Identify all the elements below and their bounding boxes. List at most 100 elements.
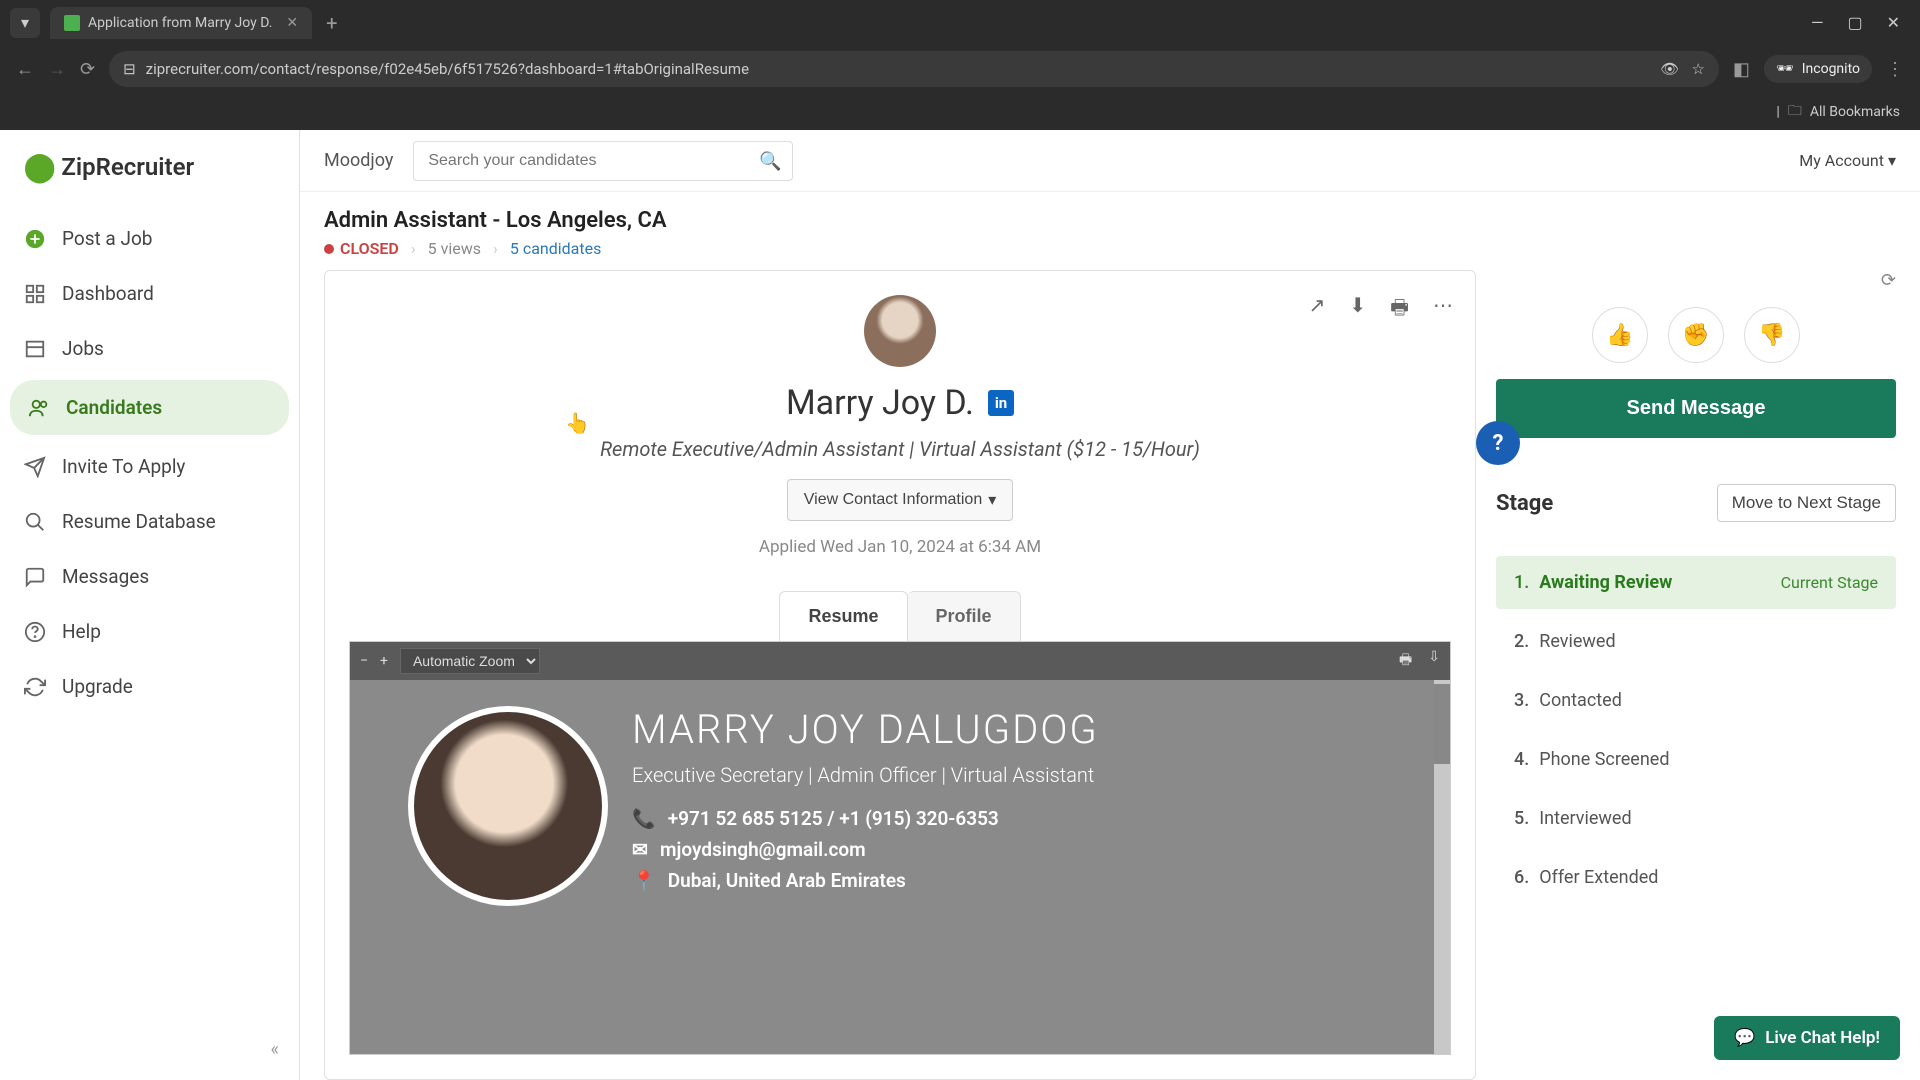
sidebar: ⬤ ZipRecruiter Post a Job Dashboard Jobs…	[0, 130, 300, 1080]
address-bar: ← → ⟳ ⊟ ziprecruiter.com/contact/respons…	[0, 45, 1920, 93]
zoom-out-button[interactable]: −	[360, 653, 368, 669]
help-bubble[interactable]: ?	[1476, 421, 1520, 465]
collapse-sidebar-button[interactable]: «	[271, 1039, 279, 1060]
stage-header: Stage Move to Next Stage	[1496, 484, 1896, 522]
eye-off-icon[interactable]: 👁	[1660, 60, 1679, 78]
sidebar-item-invite[interactable]: Invite To Apply	[0, 439, 299, 494]
grid-icon	[24, 283, 46, 305]
close-window-icon[interactable]: ✕	[1887, 13, 1900, 32]
candidate-headline: Remote Executive/Admin Assistant | Virtu…	[349, 437, 1451, 461]
sidebar-item-messages[interactable]: Messages	[0, 549, 299, 604]
tab-title: Application from Marry Joy D.	[88, 15, 272, 31]
org-name[interactable]: Moodjoy	[324, 150, 393, 171]
pdf-print-icon[interactable]: 🖶	[1399, 649, 1412, 673]
search-icon[interactable]: 🔍	[759, 151, 781, 172]
logo[interactable]: ⬤ ZipRecruiter	[0, 150, 299, 211]
resume-info: MARRY JOY DALUGDOG Executive Secretary |…	[632, 706, 1099, 900]
candidates-link[interactable]: 5 candidates	[510, 239, 602, 258]
account-menu[interactable]: My Account ▾	[1799, 151, 1896, 170]
pdf-toolbar: − + Automatic Zoom 🖶 ⇩	[350, 642, 1450, 680]
stage-item-offer-extended[interactable]: 6. Offer Extended	[1496, 851, 1896, 904]
status-dot-icon	[324, 244, 334, 254]
list-icon	[24, 338, 46, 360]
incognito-badge[interactable]: 🕶 Incognito	[1764, 55, 1872, 83]
refresh-icon[interactable]: ⟳	[1881, 270, 1896, 291]
sidebar-item-help[interactable]: Help	[0, 604, 299, 659]
pdf-download-icon[interactable]: ⇩	[1428, 649, 1440, 673]
resume-header: MARRY JOY DALUGDOG Executive Secretary |…	[398, 696, 1402, 916]
move-stage-button[interactable]: Move to Next Stage	[1717, 484, 1896, 522]
send-message-button[interactable]: Send Message	[1496, 379, 1896, 438]
rate-row: 👍 ✊ 👎	[1496, 307, 1896, 363]
star-icon[interactable]: ☆	[1691, 60, 1704, 78]
tab-search-button[interactable]: ▾	[10, 8, 40, 38]
window-controls: ― ▢ ✕	[1811, 13, 1910, 32]
forward-button[interactable]: →	[48, 59, 66, 80]
search-icon	[24, 511, 46, 533]
candidate-name: Marry Joy D. in	[786, 383, 1014, 423]
sidebar-item-resume-db[interactable]: Resume Database	[0, 494, 299, 549]
view-contact-button[interactable]: View Contact Information ▾	[787, 479, 1014, 521]
candidate-tabs: Resume Profile	[325, 591, 1475, 641]
back-button[interactable]: ←	[16, 59, 34, 80]
sidebar-item-post-job[interactable]: Post a Job	[0, 211, 299, 266]
sidebar-item-jobs[interactable]: Jobs	[0, 321, 299, 376]
pdf-content[interactable]: MARRY JOY DALUGDOG Executive Secretary |…	[350, 680, 1450, 1054]
users-icon	[28, 397, 50, 419]
chevron-right-icon: ›	[411, 239, 416, 258]
job-title: Admin Assistant - Los Angeles, CA	[324, 208, 1896, 233]
search-input[interactable]	[413, 141, 793, 181]
side-panel-icon[interactable]: ◧	[1733, 59, 1750, 80]
content-row: ↗ ⬇ 🖶 ⋯ Marry Joy D. in Remote Executive…	[300, 270, 1920, 1080]
pdf-scrollbar[interactable]	[1434, 680, 1450, 1054]
site-info-icon[interactable]: ⊟	[123, 60, 136, 78]
search-box: 🔍	[413, 141, 793, 181]
maybe-button[interactable]: ✊	[1668, 307, 1724, 363]
linkedin-icon[interactable]: in	[988, 390, 1014, 416]
tab-profile[interactable]: Profile	[908, 591, 1021, 641]
browser-tab[interactable]: Application from Marry Joy D. ✕	[50, 7, 312, 39]
live-chat-button[interactable]: 💬 Live Chat Help!	[1714, 1016, 1900, 1060]
card-head: ↗ ⬇ 🖶 ⋯ Marry Joy D. in Remote Executive…	[325, 271, 1475, 581]
menu-icon[interactable]: ⋮	[1886, 59, 1904, 80]
sidebar-item-upgrade[interactable]: Upgrade	[0, 659, 299, 714]
chat-bubble-icon: 💬	[1734, 1028, 1755, 1048]
more-icon[interactable]: ⋯	[1433, 293, 1453, 327]
plus-circle-icon	[24, 228, 46, 250]
stage-item-reviewed[interactable]: 2. Reviewed	[1496, 615, 1896, 668]
thumbs-up-button[interactable]: 👍	[1592, 307, 1648, 363]
thumbs-down-button[interactable]: 👎	[1744, 307, 1800, 363]
sidebar-item-candidates[interactable]: Candidates	[10, 380, 289, 435]
chevron-down-icon: ▾	[988, 490, 996, 510]
reload-button[interactable]: ⟳	[80, 59, 95, 80]
close-tab-icon[interactable]: ✕	[286, 15, 298, 31]
download-icon[interactable]: ⬇	[1349, 293, 1366, 327]
zoom-select[interactable]: Automatic Zoom	[400, 648, 540, 674]
all-bookmarks-link[interactable]: All Bookmarks	[1810, 104, 1900, 120]
url-text: ziprecruiter.com/contact/response/f02e45…	[146, 60, 1661, 78]
job-header: Admin Assistant - Los Angeles, CA CLOSED…	[300, 192, 1920, 270]
app: ⬤ ZipRecruiter Post a Job Dashboard Jobs…	[0, 130, 1920, 1080]
resume-email: ✉mjoydsingh@gmail.com	[632, 838, 1099, 861]
logo-icon: ⬤	[24, 150, 55, 183]
print-icon[interactable]: 🖶	[1390, 293, 1409, 327]
stage-list: 1. Awaiting Review Current Stage 2. Revi…	[1496, 556, 1896, 904]
sidebar-item-dashboard[interactable]: Dashboard	[0, 266, 299, 321]
new-tab-button[interactable]: +	[326, 11, 337, 35]
stage-item-awaiting[interactable]: 1. Awaiting Review Current Stage	[1496, 556, 1896, 609]
folder-icon: 🗀	[1788, 100, 1802, 124]
maximize-icon[interactable]: ▢	[1847, 13, 1862, 32]
bookmark-bar: | 🗀 All Bookmarks	[0, 93, 1920, 130]
applied-timestamp: Applied Wed Jan 10, 2024 at 6:34 AM	[349, 537, 1451, 557]
share-icon[interactable]: ↗	[1309, 293, 1326, 327]
question-icon	[24, 621, 46, 643]
stage-item-interviewed[interactable]: 5. Interviewed	[1496, 792, 1896, 845]
views-count: 5 views	[428, 239, 481, 258]
zoom-in-button[interactable]: +	[380, 653, 388, 669]
minimize-icon[interactable]: ―	[1811, 13, 1824, 32]
stage-item-contacted[interactable]: 3. Contacted	[1496, 674, 1896, 727]
url-input[interactable]: ⊟ ziprecruiter.com/contact/response/f02e…	[109, 51, 1719, 87]
tab-resume[interactable]: Resume	[779, 591, 907, 641]
pdf-viewer: − + Automatic Zoom 🖶 ⇩	[349, 641, 1451, 1055]
stage-item-phone-screened[interactable]: 4. Phone Screened	[1496, 733, 1896, 786]
